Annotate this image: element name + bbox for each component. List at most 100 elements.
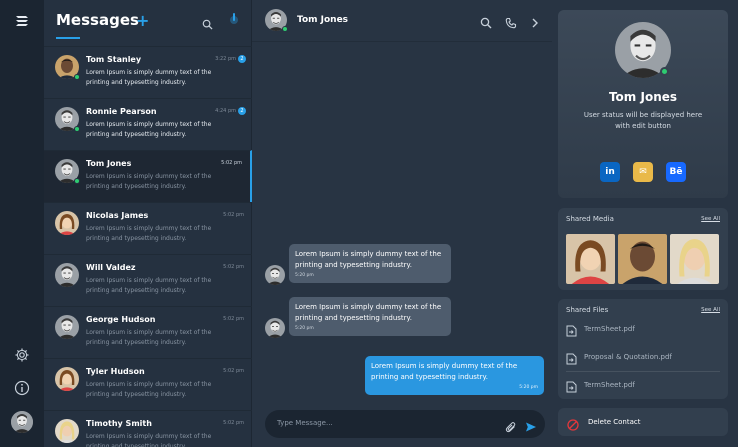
file-name: TermSheet.pdf <box>584 381 635 389</box>
message-bubble-incoming: Lorem Ipsum is simply dummy text of the … <box>289 244 451 283</box>
messages-panel: Messages + Tom Stanley 3:22 pm 2 Lorem I… <box>44 0 252 447</box>
contact-name: Will Valdez <box>86 263 136 272</box>
profile-name: Tom Jones <box>608 90 678 104</box>
message-time: 3:22 pm <box>215 56 236 62</box>
message-time: 5:02 pm <box>223 368 244 374</box>
section-title: Shared Media <box>566 215 614 223</box>
mail-icon[interactable]: ✉ <box>633 162 653 182</box>
unread-badge: 2 <box>238 107 246 115</box>
message-time: 4:24 pm <box>215 108 236 114</box>
avatar <box>55 211 79 235</box>
list-item[interactable]: George Hudson 5:02 pm Lorem Ipsum is sim… <box>44 306 252 358</box>
message-bubble-incoming: Lorem Ipsum is simply dummy text of the … <box>289 297 451 336</box>
list-item[interactable]: Ronnie Pearson 4:24 pm 2 Lorem Ipsum is … <box>44 98 252 150</box>
online-status-dot <box>660 67 669 76</box>
contact-name: Tom Stanley <box>86 55 142 64</box>
file-item[interactable]: TermSheet.pdf <box>566 317 720 341</box>
avatar <box>265 265 285 285</box>
message-preview: Lorem Ipsum is simply dummy text of the … <box>86 433 212 447</box>
online-status-dot <box>74 126 80 132</box>
list-item[interactable]: Tyler Hudson 5:02 pm Lorem Ipsum is simp… <box>44 358 252 410</box>
file-item[interactable]: TermSheet.pdf <box>566 373 720 397</box>
file-name: TermSheet.pdf <box>584 325 635 333</box>
see-all-link[interactable]: See All <box>701 307 720 313</box>
online-status-dot <box>74 74 80 80</box>
message-time: 5:02 pm <box>221 160 242 166</box>
contact-name: Tom Jones <box>86 159 132 168</box>
message-preview: Lorem Ipsum is simply dummy text of the … <box>86 381 212 398</box>
message-preview: Lorem Ipsum is simply dummy text of the … <box>86 277 212 294</box>
media-thumbnail[interactable] <box>618 234 667 284</box>
contact-name: Ronnie Pearson <box>86 107 157 116</box>
contact-name: Tyler Hudson <box>86 367 145 376</box>
section-title: Shared Files <box>566 306 609 314</box>
app-logo-icon[interactable] <box>13 12 31 30</box>
avatar[interactable] <box>11 411 33 433</box>
block-icon <box>567 416 579 431</box>
media-thumbnail[interactable] <box>670 234 719 284</box>
message-time: 5:20 pm <box>519 385 538 390</box>
message-preview: Lorem Ipsum is simply dummy text of the … <box>86 329 212 346</box>
message-time: 5:02 pm <box>223 264 244 270</box>
compose-pen-icon[interactable] <box>229 11 239 25</box>
message-composer[interactable]: Type Message... <box>265 410 545 438</box>
phone-icon[interactable] <box>505 14 517 29</box>
contact-details-panel: Tom Jones User status will be displayed … <box>552 0 738 447</box>
avatar <box>55 367 79 391</box>
title-underline <box>56 37 80 39</box>
avatar <box>55 263 79 287</box>
search-icon[interactable] <box>202 15 213 30</box>
file-download-icon <box>566 322 577 337</box>
file-download-icon <box>566 378 577 393</box>
add-conversation-button[interactable]: + <box>136 11 149 30</box>
list-item[interactable]: Tom Jones 5:02 pm Lorem Ipsum is simply … <box>44 150 252 202</box>
message-input[interactable]: Type Message... <box>277 419 333 427</box>
delete-contact-label: Delete Contact <box>588 418 641 426</box>
list-item[interactable]: Timothy Smith 5:02 pm Lorem Ipsum is sim… <box>44 410 252 447</box>
page-title: Messages <box>56 11 139 29</box>
linkedin-icon[interactable]: in <box>600 162 620 182</box>
list-item[interactable]: Will Valdez 5:02 pm Lorem Ipsum is simpl… <box>44 254 252 306</box>
contact-name: Nicolas James <box>86 211 149 220</box>
send-icon[interactable] <box>525 418 537 432</box>
contact-name: Timothy Smith <box>86 419 152 428</box>
shared-files-card: Shared Files See All TermSheet.pdf Propo… <box>558 299 728 399</box>
message-time: 5:02 pm <box>223 420 244 426</box>
online-status-dot <box>282 26 288 32</box>
unread-badge: 2 <box>238 55 246 63</box>
message-preview: Lorem Ipsum is simply dummy text of the … <box>86 225 212 242</box>
message-preview: Lorem Ipsum is simply dummy text of the … <box>86 173 212 190</box>
profile-status: User status will be displayed here with … <box>583 111 703 130</box>
info-icon[interactable] <box>14 380 30 396</box>
search-icon[interactable] <box>480 14 492 29</box>
media-thumbnail[interactable] <box>566 234 615 284</box>
message-preview: Lorem Ipsum is simply dummy text of the … <box>86 69 212 86</box>
gear-icon[interactable] <box>14 347 30 363</box>
online-status-dot <box>74 178 80 184</box>
messenger-app: Messages + Tom Stanley 3:22 pm 2 Lorem I… <box>0 0 738 447</box>
list-item[interactable]: Tom Stanley 3:22 pm 2 Lorem Ipsum is sim… <box>44 46 252 98</box>
avatar <box>55 315 79 339</box>
message-text: Lorem Ipsum is simply dummy text of the … <box>371 362 518 381</box>
see-all-link[interactable]: See All <box>701 216 720 222</box>
chat-header: Tom Jones <box>252 0 552 42</box>
shared-media-card: Shared Media See All <box>558 208 728 290</box>
chat-panel: Tom Jones Lorem Ipsum is simply dummy te… <box>252 0 552 447</box>
message-time: 5:02 pm <box>223 316 244 322</box>
behance-icon[interactable]: Bē <box>666 162 686 182</box>
avatar <box>265 318 285 338</box>
chevron-right-icon[interactable] <box>529 14 541 28</box>
message-time: 5:20 pm <box>295 326 314 331</box>
profile-card: Tom Jones User status will be displayed … <box>558 10 728 198</box>
paperclip-icon[interactable] <box>505 418 517 433</box>
sidebar-rail <box>0 0 44 447</box>
list-item[interactable]: Nicolas James 5:02 pm Lorem Ipsum is sim… <box>44 202 252 254</box>
message-preview: Lorem Ipsum is simply dummy text of the … <box>86 121 212 138</box>
message-time: 5:20 pm <box>295 273 314 278</box>
messages-header: Messages + <box>44 0 251 46</box>
file-divider <box>566 345 720 372</box>
contact-name: George Hudson <box>86 315 156 324</box>
chat-contact-name: Tom Jones <box>297 15 349 25</box>
message-text: Lorem Ipsum is simply dummy text of the … <box>295 250 442 269</box>
delete-contact-button[interactable]: Delete Contact <box>558 408 728 436</box>
